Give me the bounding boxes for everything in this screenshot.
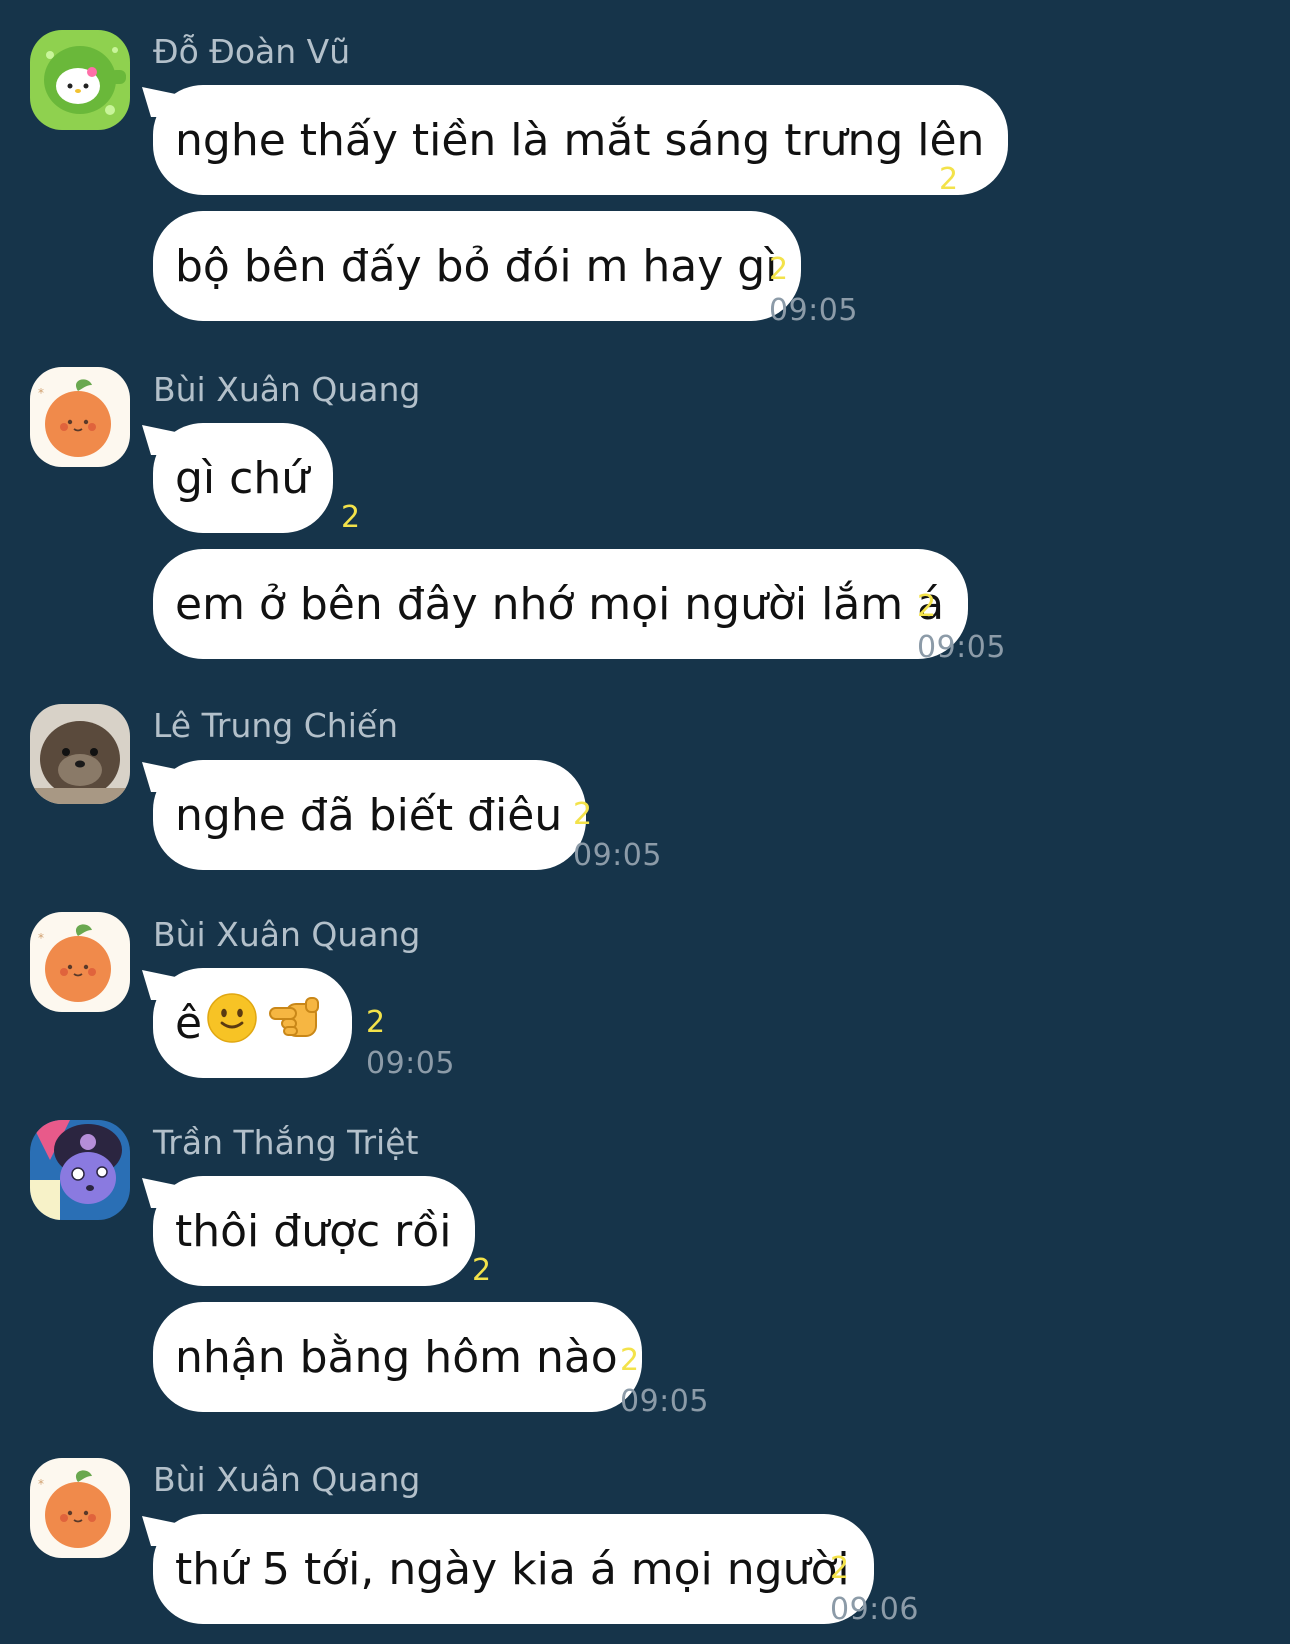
read-count: 2 <box>917 589 937 624</box>
message-time: 09:05 <box>769 293 858 328</box>
hello-kitty-avatar-icon <box>30 30 130 130</box>
message-time: 09:05 <box>573 838 662 873</box>
message-bubble[interactable]: nhận bằng hôm nào <box>153 1302 642 1412</box>
message-time: 09:05 <box>620 1384 709 1419</box>
read-count: 2 <box>341 500 361 535</box>
otter-avatar-icon <box>30 704 130 804</box>
message-time: 09:06 <box>830 1592 919 1627</box>
message-time: 09:05 <box>917 630 1006 665</box>
message-bubble[interactable]: em ở bên đây nhớ mọi người lắm á <box>153 549 969 659</box>
avatar[interactable]: * <box>30 367 130 467</box>
sender-name[interactable]: Lê Trung Chiến <box>153 706 398 746</box>
message-bubble[interactable]: nghe đã biết điêu <box>153 760 587 870</box>
read-count: 2 <box>472 1253 492 1288</box>
svg-text:*: * <box>38 386 44 400</box>
sender-name[interactable]: Bùi Xuân Quang <box>153 370 420 410</box>
read-count: 2 <box>830 1551 850 1586</box>
message-bubble[interactable]: bộ bên đấy bỏ đói m hay gì <box>153 211 802 321</box>
avatar[interactable]: * <box>30 1458 130 1558</box>
read-count: 2 <box>573 797 593 832</box>
message-bubble[interactable]: nghe thấy tiền là mắt sáng trưng lên <box>153 85 1009 195</box>
avatar[interactable] <box>30 30 130 130</box>
message-text: bộ bên đấy bỏ đói m hay gì <box>175 240 778 292</box>
message-text: gì chứ <box>175 452 310 504</box>
message-bubble[interactable]: gì chứ <box>153 423 334 533</box>
message-text: ê <box>175 997 203 1049</box>
read-count: 2 <box>366 1005 386 1040</box>
message-text: thôi được rồi <box>175 1205 452 1257</box>
message-bubble[interactable]: thứ 5 tới, ngày kia á mọi người <box>153 1514 874 1624</box>
orange-avatar-icon: * <box>30 1458 130 1558</box>
message-text: thứ 5 tới, ngày kia á mọi người <box>175 1543 850 1595</box>
svg-text:*: * <box>38 1477 44 1491</box>
message-text: nghe thấy tiền là mắt sáng trưng lên <box>175 114 985 166</box>
svg-text:*: * <box>38 931 44 945</box>
message-text: nghe đã biết điêu <box>175 789 563 841</box>
sender-name[interactable]: Trần Thắng Triệt <box>153 1123 418 1163</box>
message-time: 09:05 <box>366 1046 455 1081</box>
avatar[interactable]: * <box>30 912 130 1012</box>
slightly-smiling-face-emoji-icon <box>206 992 258 1055</box>
message-text: em ở bên đây nhớ mọi người lắm á <box>175 578 945 630</box>
kuromi-avatar-icon <box>30 1120 130 1220</box>
avatar[interactable] <box>30 1120 130 1220</box>
message-bubble[interactable]: thôi được rồi <box>153 1176 476 1286</box>
message-bubble[interactable]: ê <box>153 968 353 1078</box>
avatar[interactable] <box>30 704 130 804</box>
pointing-hand-emoji-icon <box>268 992 324 1055</box>
sender-name[interactable]: Bùi Xuân Quang <box>153 1460 420 1500</box>
read-count: 2 <box>769 252 789 287</box>
sender-name[interactable]: Bùi Xuân Quang <box>153 915 420 955</box>
read-count: 2 <box>620 1343 640 1378</box>
orange-avatar-icon: * <box>30 912 130 1012</box>
orange-avatar-icon: * <box>30 367 130 467</box>
read-count: 2 <box>939 162 959 197</box>
sender-name[interactable]: Đỗ Đoàn Vũ <box>153 32 350 72</box>
message-text: nhận bằng hôm nào <box>175 1331 618 1383</box>
